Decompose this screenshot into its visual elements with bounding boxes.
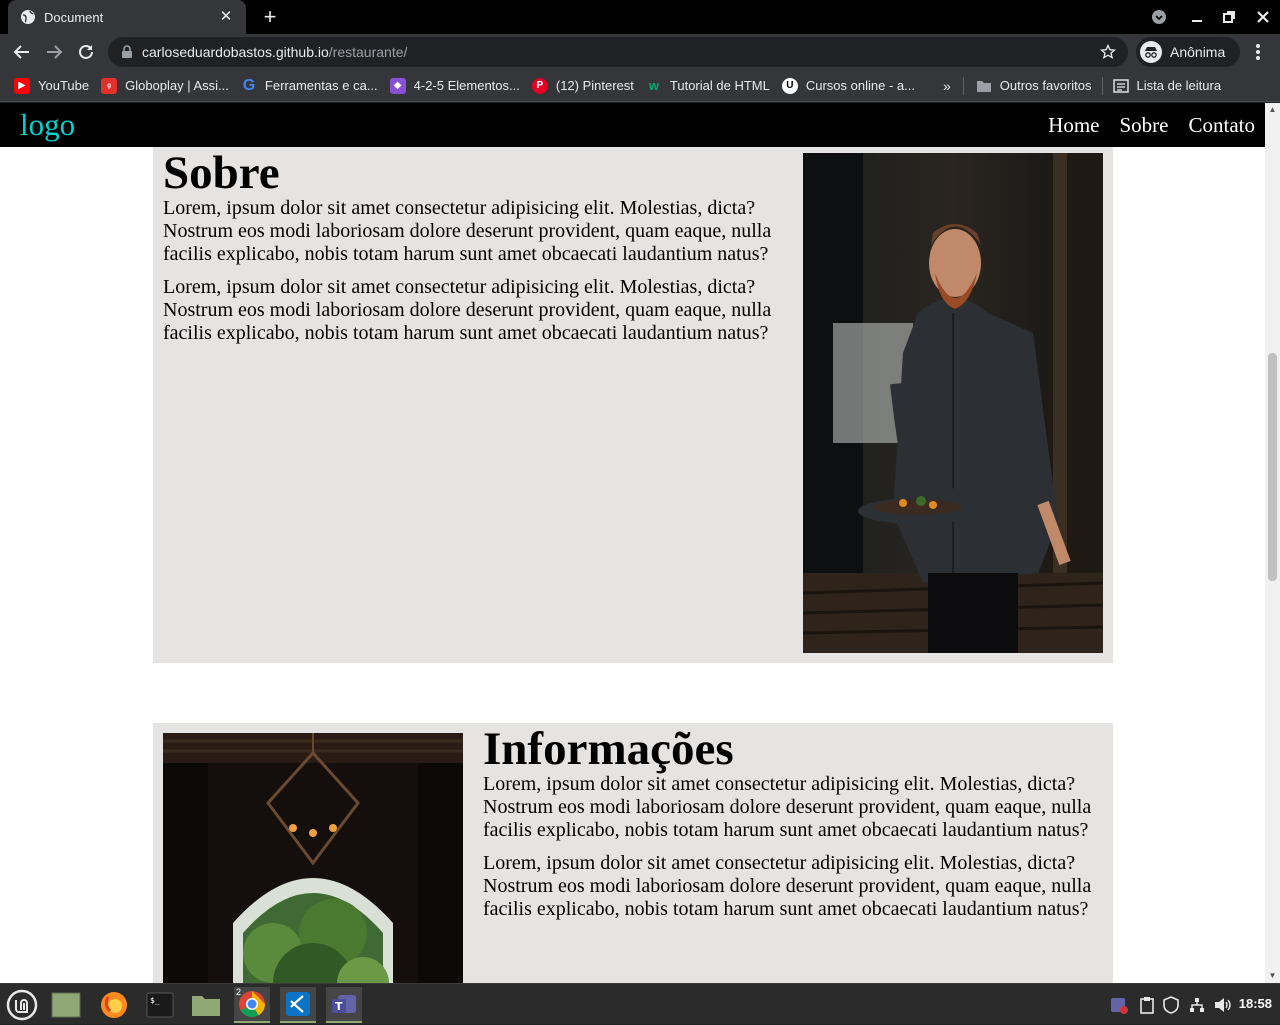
site-logo[interactable]: logo <box>20 107 75 143</box>
incognito-profile-button[interactable]: Anônima <box>1136 37 1240 67</box>
new-tab-button[interactable]: + <box>258 5 282 29</box>
desktop-icon[interactable] <box>48 987 84 1023</box>
reading-list-icon <box>1112 78 1129 93</box>
svg-text:T: T <box>335 1000 343 1013</box>
network-tray-icon[interactable] <box>1186 984 1208 1025</box>
restaurant-photo <box>163 733 463 983</box>
other-bookmarks-folder[interactable]: Outros favoritos <box>970 72 1098 100</box>
tab-strip: Document ✕ + <box>0 0 1280 34</box>
w3schools-icon: w <box>648 78 659 93</box>
system-taskbar: $_ 2 T 18:58 <box>0 983 1280 1024</box>
nav-link-sobre[interactable]: Sobre <box>1120 113 1169 138</box>
back-button[interactable] <box>8 38 36 66</box>
chrome-icon[interactable]: 2 <box>234 987 270 1023</box>
sobre-paragraph: Lorem, ipsum dolor sit amet consectetur … <box>163 276 772 344</box>
bookmark-label: Globoplay | Assi... <box>125 78 229 93</box>
firefox-icon[interactable] <box>96 987 132 1023</box>
arrow-left-icon <box>13 45 29 59</box>
bookmark-label: Cursos online - a... <box>805 78 915 93</box>
star-icon[interactable] <box>1100 44 1116 60</box>
other-bookmarks-label: Outros favoritos <box>999 78 1092 93</box>
informacoes-paragraph: Lorem, ipsum dolor sit amet consectetur … <box>483 773 1092 841</box>
chef-photo <box>803 153 1103 653</box>
address-bar[interactable]: carloseduardobastos.github.io/restaurant… <box>108 37 1128 67</box>
browser-tab[interactable]: Document ✕ <box>8 0 246 34</box>
close-tab-icon[interactable]: ✕ <box>218 9 234 25</box>
teams-icon[interactable]: T <box>326 987 362 1023</box>
udemy-icon: U <box>781 77 798 94</box>
nav-link-home[interactable]: Home <box>1048 113 1099 138</box>
page-viewport: logo Home Sobre Contato Sobre Lorem, ips… <box>0 103 1265 983</box>
bookmark-globoplay[interactable]: g Globoplay | Assi... <box>95 72 235 100</box>
sobre-section: Sobre Lorem, ipsum dolor sit amet consec… <box>153 147 1113 663</box>
bookmark-label: 4-2-5 Elementos... <box>413 78 520 93</box>
youtube-icon: ▶ <box>14 77 30 94</box>
scroll-up-arrow-icon[interactable]: ▲ <box>1265 103 1280 117</box>
files-icon[interactable] <box>188 987 224 1023</box>
mint-menu-icon[interactable] <box>4 987 40 1023</box>
volume-tray-icon[interactable] <box>1212 984 1234 1025</box>
pinterest-icon: P <box>531 77 548 94</box>
globoplay-icon: g <box>101 77 118 94</box>
reload-icon <box>79 44 93 59</box>
shield-tray-icon[interactable] <box>1160 984 1182 1025</box>
informacoes-text: Informações Lorem, ipsum dolor sit amet … <box>483 726 1093 931</box>
page-scrollbar[interactable]: ▲ ▼ <box>1265 103 1280 983</box>
informacoes-paragraph: Lorem, ipsum dolor sit amet consectetur … <box>483 852 1092 920</box>
twitch-icon: ◆ <box>389 77 406 94</box>
minimize-icon[interactable] <box>1180 0 1214 34</box>
bookmark-tutorial-html[interactable]: w Tutorial de HTML <box>640 72 776 100</box>
sobre-text: Sobre Lorem, ipsum dolor sit amet consec… <box>163 150 773 355</box>
folder-icon <box>976 80 991 92</box>
scrollbar-thumb[interactable] <box>1268 353 1277 581</box>
google-icon: G <box>242 76 256 94</box>
bookmark-label: (12) Pinterest <box>555 78 634 93</box>
bookmark-cursos-online[interactable]: U Cursos online - a... <box>776 72 921 100</box>
forward-button[interactable] <box>40 38 68 66</box>
bookmark-pinterest[interactable]: P (12) Pinterest <box>526 72 640 100</box>
informacoes-title: Informações <box>483 723 734 775</box>
reload-button[interactable] <box>72 38 100 66</box>
tab-search-icon[interactable] <box>1142 0 1176 34</box>
sobre-title: Sobre <box>163 147 280 199</box>
teams-tray-icon[interactable] <box>1106 984 1132 1025</box>
reading-list-button[interactable]: Lista de leitura <box>1107 72 1228 100</box>
bookmark-elementos[interactable]: ◆ 4-2-5 Elementos... <box>384 72 526 100</box>
close-window-icon[interactable] <box>1246 0 1280 34</box>
globe-icon <box>21 10 35 24</box>
url-path: /restaurante/ <box>328 44 408 60</box>
svg-text:$_: $_ <box>150 996 160 1005</box>
bookmark-label: YouTube <box>38 78 90 93</box>
browser-toolbar: carloseduardobastos.github.io/restaurant… <box>0 34 1280 70</box>
window-count-badge: 2 <box>236 987 242 997</box>
site-nav-links: Home Sobre Contato <box>1048 113 1255 138</box>
reading-list-label: Lista de leitura <box>1136 78 1222 93</box>
bookmark-ferramentas[interactable]: G Ferramentas e ca... <box>235 72 384 100</box>
system-clock[interactable]: 18:58 <box>1239 996 1272 1011</box>
lock-icon <box>122 45 132 58</box>
browser-menu-icon[interactable] <box>1248 40 1268 64</box>
restore-icon[interactable] <box>1212 0 1246 34</box>
more-bookmarks-button[interactable]: » <box>943 78 951 94</box>
tab-title: Document <box>44 9 104 25</box>
informacoes-section: Informações Lorem, ipsum dolor sit amet … <box>153 723 1113 983</box>
bookmark-label: Tutorial de HTML <box>669 78 770 93</box>
nav-link-contato[interactable]: Contato <box>1189 113 1256 138</box>
bookmark-youtube[interactable]: ▶ YouTube <box>8 72 95 100</box>
bookmarks-bar: ▶ YouTube g Globoplay | Assi... G Ferram… <box>0 70 1280 102</box>
site-navbar: logo Home Sobre Contato <box>0 103 1265 147</box>
clipboard-tray-icon[interactable] <box>1136 984 1158 1025</box>
sobre-paragraph: Lorem, ipsum dolor sit amet consectetur … <box>163 197 772 265</box>
scroll-down-arrow-icon[interactable]: ▼ <box>1265 969 1280 983</box>
arrow-right-icon <box>47 45 63 59</box>
terminal-icon[interactable]: $_ <box>142 987 178 1023</box>
vscode-icon[interactable] <box>280 987 316 1023</box>
incognito-icon <box>1140 41 1162 63</box>
bookmark-label: Ferramentas e ca... <box>264 78 378 93</box>
url-host: carloseduardobastos.github.io <box>142 44 329 60</box>
profile-label: Anônima <box>1170 44 1226 60</box>
